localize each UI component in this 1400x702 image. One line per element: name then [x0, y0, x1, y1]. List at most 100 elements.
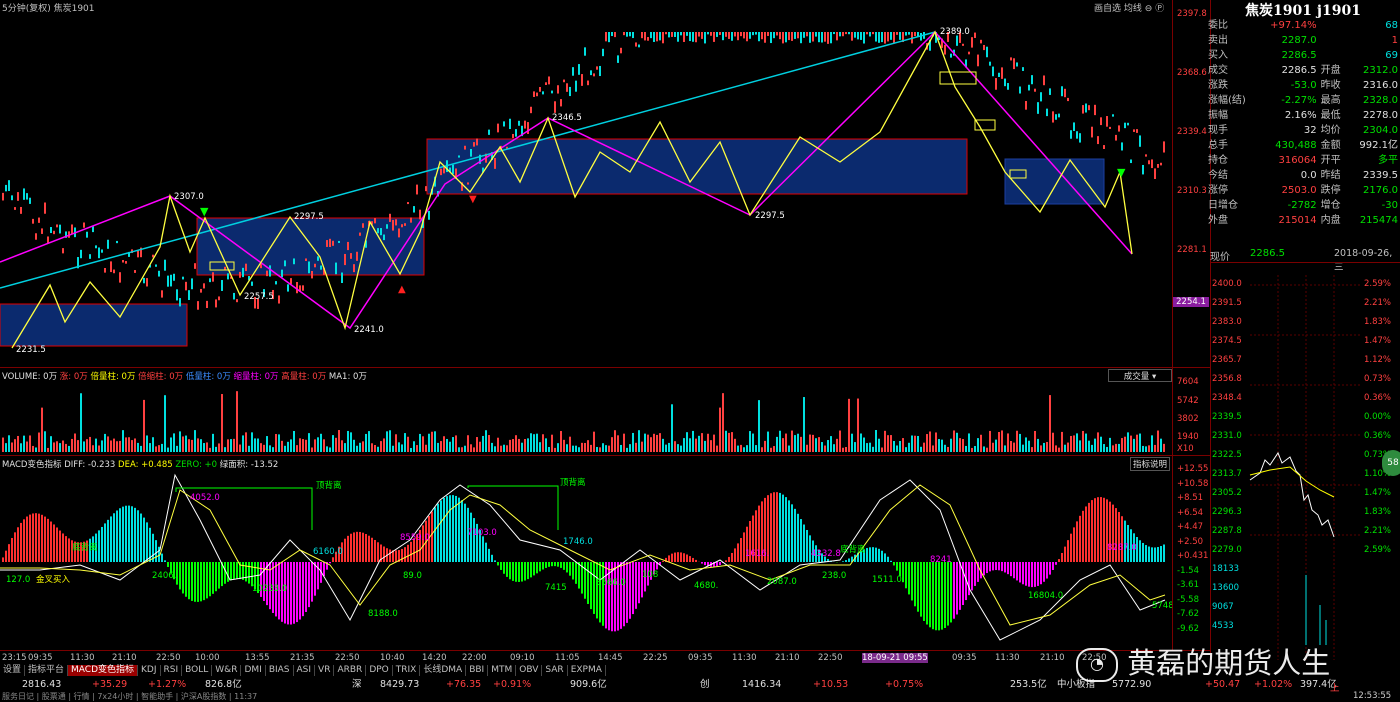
- volume-bar: [503, 445, 505, 452]
- candle: [1124, 123, 1126, 128]
- candle: [944, 45, 946, 55]
- candle: [260, 264, 262, 268]
- candle: [695, 32, 697, 42]
- float-bubble[interactable]: 58: [1382, 450, 1400, 476]
- macd-bar: [893, 562, 895, 565]
- indicator-tab[interactable]: DPO: [366, 665, 392, 676]
- volume-bar: [842, 448, 844, 452]
- volume-bar: [986, 448, 988, 452]
- macd-bar: [878, 549, 880, 562]
- macd-bar: [671, 554, 673, 562]
- indicator-tab[interactable]: EXPMA: [568, 665, 606, 676]
- indicator-tab[interactable]: RSI: [161, 665, 183, 676]
- macd-bar: [506, 562, 508, 577]
- indicator-tab[interactable]: MACD变色指标: [68, 665, 138, 676]
- candle: [617, 55, 619, 63]
- candle: [8, 180, 10, 191]
- candle: [239, 272, 241, 278]
- quote-label: 增仓: [1319, 198, 1348, 213]
- quote-value: 2339.5: [1348, 168, 1400, 183]
- indicator-tab[interactable]: VR: [315, 665, 334, 676]
- macd-bar: [947, 562, 949, 626]
- indicator-tab[interactable]: MTM: [488, 665, 516, 676]
- macd-bar: [113, 513, 115, 562]
- indicator-help-button[interactable]: 指标说明: [1130, 457, 1170, 471]
- volume-bar: [218, 443, 220, 452]
- candle: [512, 134, 514, 138]
- indicator-tab[interactable]: 指标平台: [25, 665, 68, 676]
- macd-bar: [1091, 500, 1093, 562]
- candle: [1139, 135, 1141, 146]
- main-price-chart[interactable]: ▼ ▲ ▼ ▼ 2389.0 2346.5 2307.0 2297.5 2297…: [0, 12, 1172, 367]
- quote-value: -30: [1348, 198, 1400, 213]
- volume-bar: [1040, 445, 1042, 452]
- indicator-tab[interactable]: SAR: [542, 665, 567, 676]
- svg-text:4052.0: 4052.0: [190, 493, 220, 503]
- candle: [782, 32, 784, 43]
- candle: [653, 32, 655, 42]
- candle: [293, 258, 295, 264]
- indicator-tab[interactable]: 长线DMA: [420, 665, 466, 676]
- volume-bar: [518, 439, 520, 452]
- indicator-tab[interactable]: DMI: [241, 665, 265, 676]
- volume-bar: [263, 445, 265, 452]
- indicator-tab[interactable]: ASI: [294, 665, 316, 676]
- volume-bar: [587, 440, 589, 452]
- volume-bar: [338, 430, 340, 452]
- macd-bar: [611, 562, 613, 631]
- intraday-mini-chart[interactable]: [1210, 275, 1400, 660]
- volume-bar: [485, 430, 487, 452]
- volume-bar: [953, 430, 955, 452]
- candle: [194, 263, 196, 269]
- volume-bar: [134, 438, 136, 452]
- volume-bar: [1115, 444, 1117, 452]
- time-axis-label: 22:00: [462, 653, 487, 663]
- volume-bar: [695, 439, 697, 452]
- macd-axis-label: -9.62: [1177, 624, 1199, 634]
- quote-label: 内盘: [1319, 213, 1348, 228]
- volume-bar: [1088, 441, 1090, 452]
- volume-select[interactable]: 成交量 ▾: [1108, 369, 1172, 382]
- indicator-tab[interactable]: KDJ: [138, 665, 161, 676]
- candle: [839, 32, 841, 36]
- indicator-tab[interactable]: 设置: [0, 665, 25, 676]
- candle: [53, 231, 55, 234]
- macd-bar: [1004, 562, 1006, 572]
- volume-bar: [125, 437, 127, 452]
- volume-bar: [101, 440, 103, 452]
- volume-bar: [272, 447, 274, 452]
- volume-bar: [713, 435, 715, 452]
- macd-bar: [803, 525, 805, 562]
- candle: [797, 32, 799, 38]
- indicator-tab[interactable]: BIAS: [266, 665, 294, 676]
- volume-bar: [467, 435, 469, 452]
- candle: [809, 32, 811, 43]
- indicator-tab[interactable]: BOLL: [182, 665, 212, 676]
- indicator-tab-bar[interactable]: 设置指标平台MACD变色指标KDJRSIBOLLW&RDMIBIASASIVRA…: [0, 665, 606, 677]
- volume-bar: [164, 395, 166, 452]
- indicator-tab[interactable]: W&R: [212, 665, 241, 676]
- status-value: 1416.34: [742, 679, 781, 691]
- macd-bar: [1142, 543, 1144, 562]
- candle: [659, 32, 661, 40]
- candle: [632, 32, 634, 38]
- macd-bar: [515, 562, 517, 582]
- price-annotation: 2389.0: [940, 27, 970, 37]
- macd-bar: [215, 562, 217, 591]
- macd-bar: [989, 562, 991, 571]
- indicator-tab[interactable]: BBI: [466, 665, 488, 676]
- indicator-tab[interactable]: OBV: [516, 665, 542, 676]
- volume-bar: [107, 436, 109, 452]
- indicator-tab[interactable]: TRIX: [393, 665, 421, 676]
- candle: [458, 155, 460, 157]
- volume-bar: [671, 404, 673, 452]
- macd-bar: [941, 562, 943, 630]
- macd-bar: [1061, 553, 1063, 562]
- candle: [743, 32, 745, 38]
- macd-bar: [497, 562, 499, 565]
- candle: [833, 32, 835, 34]
- indicator-tab[interactable]: ARBR: [334, 665, 366, 676]
- quote-row: 买入2286.569: [1206, 48, 1400, 63]
- quote-value: 2304.0: [1348, 123, 1400, 138]
- volume-bar: [407, 437, 409, 452]
